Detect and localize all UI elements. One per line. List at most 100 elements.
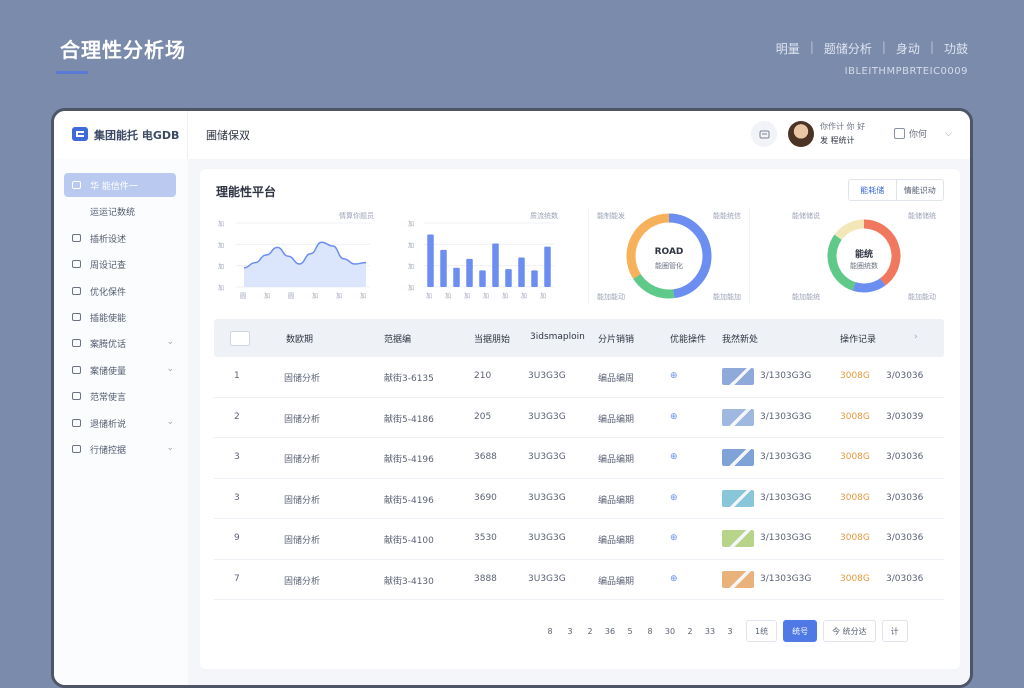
- sidebar-item-2[interactable]: 运运记数统: [64, 199, 176, 223]
- page-number[interactable]: 30: [660, 627, 680, 636]
- column-header[interactable]: 优能操件: [670, 332, 706, 345]
- action-icon[interactable]: ⊕: [670, 452, 678, 462]
- hero-nav-item[interactable]: 题储分析: [824, 40, 872, 57]
- sidebar-item-11[interactable]: 行储控据 ⌄: [64, 437, 176, 461]
- column-header[interactable]: 当据朋始: [474, 332, 510, 345]
- sidebar-item-label: 案储使量: [90, 366, 127, 377]
- row-amount: 210: [474, 371, 492, 381]
- table-row[interactable]: 3 固储分析 献街5-4196 3688 3U3G3G 编品编期 3/1303G3G 3008…: [214, 438, 944, 479]
- current-page-button[interactable]: 统号: [783, 620, 818, 642]
- sidebar-item-4[interactable]: 周设记查: [64, 252, 176, 276]
- avatar[interactable]: [788, 121, 814, 147]
- table-row[interactable]: 1 固储分析 献街3-6135 210 3U3G3G 编品编周 3/1303G3G 3008G…: [214, 357, 944, 398]
- x-tick-label: 加: [312, 292, 318, 299]
- row-category: 编品编期: [598, 576, 635, 587]
- table-row[interactable]: 2 固储分析 献街5-4186 205 3U3G3G 编品编期 3/1303G3G 3008G…: [214, 398, 944, 438]
- row-date: 3U3G3G: [528, 573, 566, 584]
- segment-option-2[interactable]: 情能识动: [897, 180, 944, 200]
- action-icon[interactable]: ⊕: [670, 533, 678, 543]
- thumbnail-image[interactable]: [722, 449, 754, 466]
- page-number[interactable]: 3: [720, 627, 740, 636]
- breadcrumb[interactable]: 圃储保双: [206, 127, 250, 143]
- row-number: 1: [234, 371, 240, 381]
- hero-nav-item[interactable]: 明量: [776, 40, 800, 57]
- table-row[interactable]: 3 固储分析 献街5-4196 3690 3U3G3G 编品编期 3/1303G3G 3008…: [214, 479, 944, 519]
- calendar-icon: [72, 339, 81, 347]
- page-size-select[interactable]: 今 统分达: [823, 620, 876, 642]
- page-number[interactable]: 2: [680, 627, 700, 636]
- sidebar-item-3[interactable]: 插析设述: [64, 226, 176, 250]
- y-tick-label: 加: [408, 220, 414, 228]
- message-icon: [759, 130, 769, 138]
- table-row[interactable]: 7 固储分析 献街3-4130 3888 3U3G3G 编品编期 3/1303G3G 3008…: [214, 560, 944, 600]
- sidebar-item-6[interactable]: 插能使能: [64, 305, 176, 329]
- sidebar: 华 能信件一 运运记数统 插析设述 周设记查 优化保件 插能使能 案腾优话 ⌄ 案…: [54, 159, 189, 685]
- action-icon[interactable]: ⊕: [670, 412, 678, 422]
- x-tick-label: 加: [264, 292, 270, 299]
- thumbnail-image[interactable]: [722, 368, 754, 385]
- action-icon[interactable]: ⊕: [670, 493, 678, 503]
- thumbnail-image[interactable]: [722, 530, 754, 547]
- column-header[interactable]: 我然新处: [722, 332, 758, 345]
- bar: [453, 267, 460, 287]
- column-header[interactable]: 数欧期: [286, 332, 313, 345]
- action-icon[interactable]: ⊕: [670, 574, 678, 584]
- y-tick-label: 加: [408, 284, 414, 292]
- page-number[interactable]: 36: [600, 627, 620, 636]
- sidebar-item-1[interactable]: 华 能信件一: [64, 173, 176, 197]
- sidebar-item-5[interactable]: 优化保件: [64, 279, 176, 303]
- prev-page-button[interactable]: 1统: [746, 620, 778, 642]
- sidebar-item-label: 行储控据: [90, 445, 127, 456]
- page-number[interactable]: 8: [540, 627, 560, 636]
- chart-icon: [72, 234, 81, 242]
- sidebar-item-8[interactable]: 案储使量 ⌄: [64, 358, 176, 382]
- bar: [492, 243, 499, 287]
- jump-button[interactable]: 计: [881, 620, 908, 642]
- select-all-checkbox[interactable]: [230, 331, 250, 346]
- bar: [479, 270, 486, 287]
- row-status: 3/1303G3G: [760, 411, 812, 422]
- sidebar-item-label: 华 能信件一: [90, 181, 138, 192]
- segment-option-1[interactable]: 能耗储: [849, 180, 897, 200]
- hero-nav-item[interactable]: 身动: [896, 40, 920, 57]
- thumbnail-image[interactable]: [722, 489, 754, 507]
- thumbnail-image[interactable]: [722, 408, 754, 426]
- table-row[interactable]: 9 固储分析 献街5-4100 3530 3U3G3G 编品编期 3/1303G3G 3008…: [214, 519, 944, 560]
- action-icon[interactable]: ⊕: [670, 371, 678, 381]
- row-tail: 3/03036: [886, 533, 924, 543]
- sidebar-item-7[interactable]: 案腾优话 ⌄: [64, 331, 176, 355]
- column-header[interactable]: 分片销销: [598, 332, 634, 345]
- thumbnail-image[interactable]: [722, 570, 754, 588]
- row-category: 编品编周: [598, 374, 635, 384]
- donut-label: 能加能加: [713, 293, 741, 301]
- language-label: 你何: [909, 130, 928, 140]
- bar: [544, 246, 551, 287]
- y-tick-label: 加: [218, 220, 224, 228]
- x-tick-label: 加: [445, 292, 451, 299]
- chevron-right-icon[interactable]: ›: [914, 332, 918, 342]
- column-header[interactable]: 操作记录: [840, 332, 876, 345]
- page-number[interactable]: 3: [560, 627, 580, 636]
- page-number[interactable]: 2: [580, 627, 600, 636]
- user-icon: [72, 392, 81, 400]
- row-number: 3: [234, 492, 240, 503]
- page-number[interactable]: 5: [620, 627, 640, 636]
- notification-button[interactable]: [751, 121, 777, 147]
- row-category: 编品编期: [598, 414, 635, 425]
- donut-label: 能加能统: [792, 293, 820, 301]
- page-list: 8 3 2 36 5 8 30 2 33 3: [540, 627, 740, 636]
- sidebar-item-9[interactable]: 范常使言: [64, 384, 176, 408]
- row-date: 3U3G3G: [528, 371, 566, 381]
- page-number[interactable]: 33: [700, 627, 720, 636]
- sidebar-item-10[interactable]: 退储析说 ⌄: [64, 411, 176, 435]
- row-category: 编品编期: [598, 455, 635, 465]
- hero-nav-item[interactable]: 功鼓: [944, 40, 968, 57]
- sidebar-item-label: 范常使言: [90, 392, 127, 403]
- column-header[interactable]: 范据编: [384, 332, 411, 345]
- app-window: 集团能托 电GDB 圃储保双 你作计 你 好 发 程统计 你何 ⌵ 华 能信件一…: [51, 108, 973, 688]
- page-number[interactable]: 8: [640, 627, 660, 636]
- column-header[interactable]: 3idsmaploin: [530, 332, 585, 342]
- language-switch[interactable]: 你何 ⌵: [894, 127, 952, 140]
- x-tick-label: 加: [502, 292, 508, 299]
- sidebar-item-label: 插析设述: [90, 234, 127, 245]
